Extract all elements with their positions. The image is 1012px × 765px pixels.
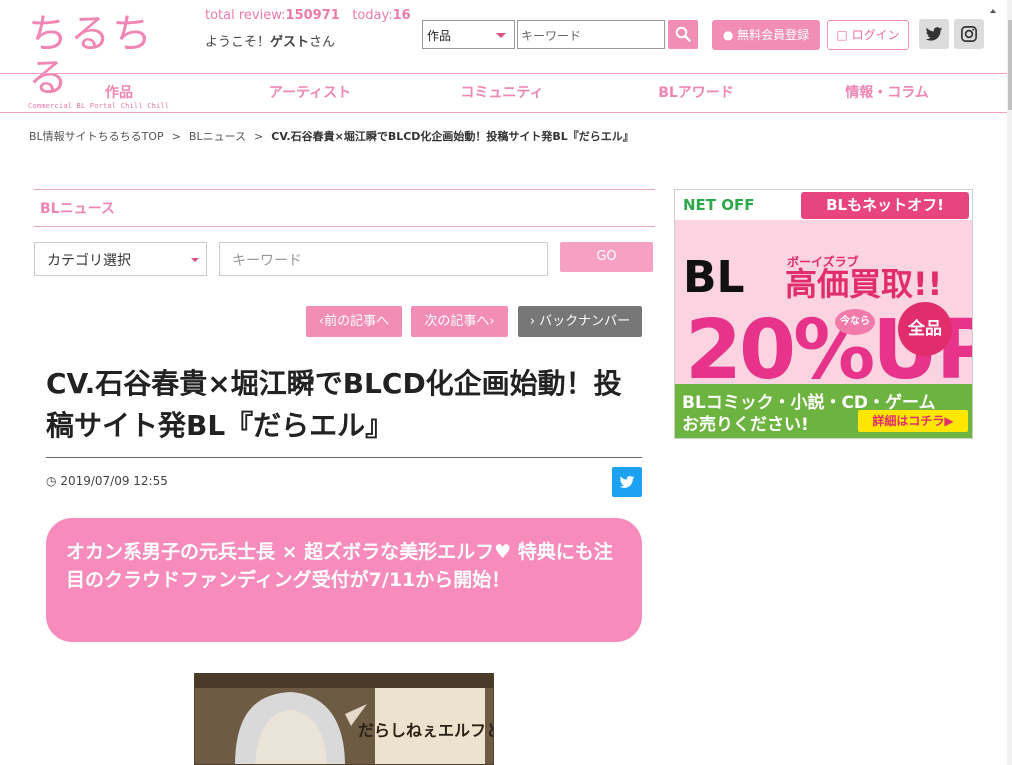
breadcrumb-separator: > [171,130,181,143]
back-number-button[interactable]: › バックナンバー [518,306,642,337]
chevron-down-icon [191,258,199,262]
welcome-prefix: ようこそ！ [205,35,271,50]
breadcrumb-news[interactable]: BLニュース [189,130,246,143]
article-date-value: 2019/07/09 12:55 [60,474,168,488]
today-count: 16 [392,8,411,23]
back-number-label: バックナンバー [539,314,631,329]
site-header: ちるちる Commercial BL Portal Chill Chill to… [0,0,1007,110]
twitter-icon [925,27,943,41]
ad-zenpin-badge: 全品 [898,302,952,356]
ad-bottom-strip: BLコミック・小説・CD・ゲーム お売りください! 詳細はコチラ▶ [675,384,972,438]
breadcrumb-current: CV.石谷春貴×堀江瞬でBLCD化企画始動！投稿サイト発BL『だらエル』 [271,130,634,143]
chevron-right-icon: › [529,314,536,329]
review-label: total review: [205,8,286,23]
welcome-suffix: さん [309,35,336,50]
tweet-button[interactable] [612,467,642,497]
nav-item-info-column[interactable]: 情報・コラム [787,74,987,112]
cover-title-text: だらしねぇエルフと [358,721,494,740]
title-divider [46,457,642,458]
welcome-message: ようこそ！ゲストさん [205,31,335,50]
today-label: today: [352,8,393,23]
scroll-up-arrow-icon[interactable] [990,9,996,13]
welcome-name: ゲスト [270,35,310,50]
section-header: BLニュース [34,189,655,227]
main-nav: 作品 アーティスト コミュニティ BLアワード 情報・コラム [0,73,1007,113]
ad-line-2: お売りください! [682,415,809,435]
breadcrumb-home[interactable]: BL情報サイトちるちるTOP [29,130,164,143]
twitter-icon [619,476,635,488]
login-label: ログイン [851,28,900,42]
user-icon: ● [722,28,734,42]
section-title[interactable]: BLニュース [40,198,115,218]
scrollbar-track[interactable] [1007,0,1012,765]
breadcrumb: BL情報サイトちるちるTOP > BLニュース > CV.石谷春貴×堀江瞬でBLCD化企… [29,128,634,144]
chevron-right-icon: › [489,314,495,329]
search-category-value: 作品 [427,29,452,43]
nav-item-community[interactable]: コミュニティ [402,74,602,112]
category-select[interactable]: カテゴリ選択 [34,242,207,276]
cover-illustration: だらしねぇエルフと [195,674,494,764]
article-title: CV.石谷春貴×堀江瞬でBLCD化企画始動！投稿サイト発BL『だらエル』 [46,367,622,442]
article-lead: オカン系男子の元兵士長 × 超ズボラな美形エルフ♥ 特典にも注目のクラウドファン… [66,541,613,591]
instagram-icon [961,26,977,42]
register-label: 無料会員登録 [737,28,810,42]
ad-detail-button[interactable]: 詳細はコチラ▶ [858,410,968,432]
netoff-ad-banner[interactable]: NET OFF BLもネットオフ! BL ボーイズラブ 高価買取!! 20%UP… [674,189,973,439]
site-logo[interactable]: ちるちる Commercial BL Portal Chill Chill [28,12,173,110]
ad-bl-text: BL [683,252,745,303]
prev-article-label: 前の記事へ [324,314,390,329]
instagram-link[interactable] [954,19,984,49]
nav-item-bl-award[interactable]: BLアワード [596,74,796,112]
register-button[interactable]: ● 無料会員登録 [712,20,820,50]
breadcrumb-separator: > [254,130,264,143]
article-lead-box: オカン系男子の元兵士長 × 超ズボラな美形エルフ♥ 特典にも注目のクラウドファン… [46,518,642,642]
login-button[interactable]: □ ログイン [827,20,909,50]
ad-main-area: BL ボーイズラブ 高価買取!! 20%UP 今なら 全品 [675,220,972,396]
ad-top-strip: NET OFF BLもネットオフ! [675,190,972,220]
ad-kaitori-text: 高価買取!! [785,265,943,303]
netoff-logo: NET OFF [683,196,755,214]
chevron-down-icon [496,33,506,38]
search-category-select[interactable]: 作品 [422,20,515,49]
keyword-input[interactable]: キーワード [219,242,548,276]
article-date: ◷ 2019/07/09 12:55 [46,474,168,488]
search-button[interactable] [668,20,698,49]
search-input[interactable]: キーワード [517,20,665,49]
nav-item-artists[interactable]: アーティスト [210,74,410,112]
category-select-value: カテゴリ選択 [47,253,131,269]
lock-icon: □ [836,28,848,42]
scrollbar-thumb[interactable] [1008,20,1012,110]
next-article-button[interactable]: 次の記事へ› [411,306,508,337]
ad-imanara-badge: 今なら [835,309,875,335]
twitter-link[interactable] [919,19,949,49]
clock-icon: ◷ [46,474,57,488]
review-count: 150971 [285,8,340,23]
review-counter: total review:150971 today:16 [205,8,411,23]
article-cover-image: だらしねぇエルフと [194,673,494,765]
next-article-label: 次の記事へ [424,314,490,329]
go-button[interactable]: GO [560,242,653,272]
ad-tagline: BLもネットオフ! [801,192,969,219]
prev-article-button[interactable]: ‹前の記事へ [306,306,402,337]
search-icon [675,26,691,42]
nav-item-works[interactable]: 作品 [0,74,238,112]
